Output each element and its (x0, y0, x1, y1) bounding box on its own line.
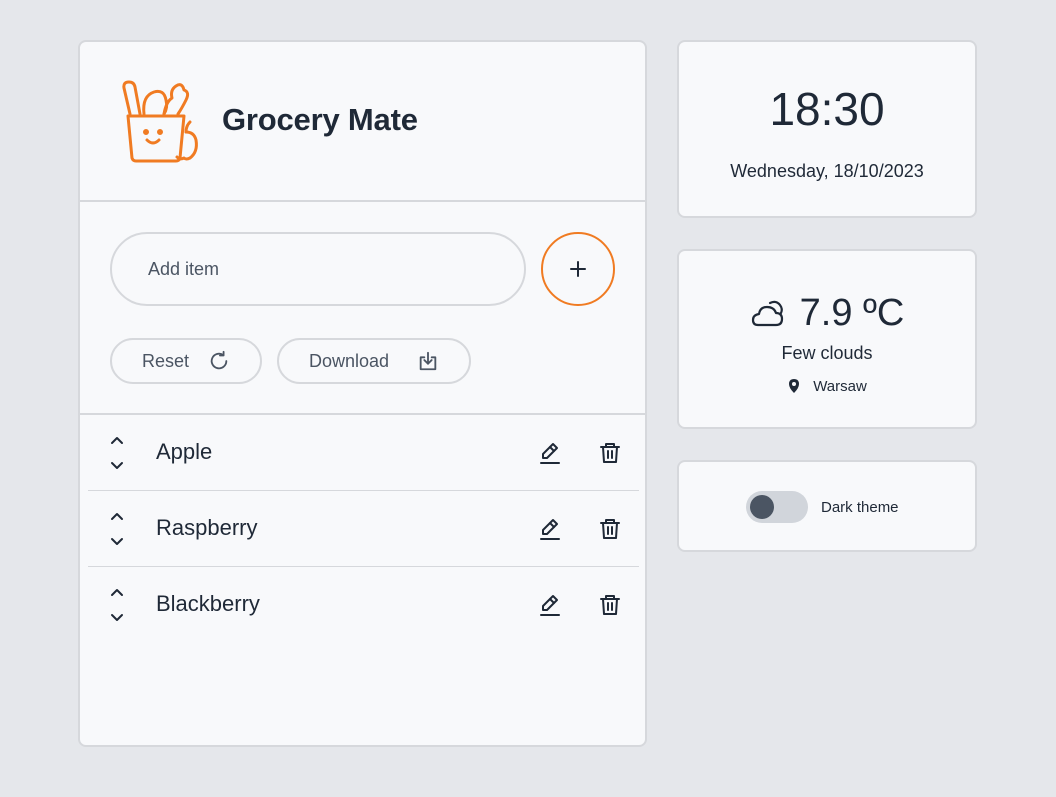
weather-location-label: Warsaw (813, 377, 867, 395)
download-button-label: Download (309, 350, 390, 371)
item-label: Apple (156, 439, 213, 464)
weather-location: Warsaw (679, 376, 975, 396)
item-label: Blackberry (156, 591, 260, 616)
reorder-arrows-icon[interactable] (108, 587, 126, 625)
download-icon (419, 351, 437, 371)
weather-summary: 7.9 ºC (679, 289, 975, 337)
weather-card: 7.9 ºC Few clouds Warsaw (677, 249, 977, 429)
list-item: Blackberry (88, 567, 639, 643)
grocery-bag-logo-icon (122, 80, 198, 163)
clock-time: 18:30 (769, 83, 885, 135)
trash-icon[interactable] (598, 441, 622, 465)
theme-card: Dark theme (677, 460, 977, 552)
list-item: Apple (88, 415, 639, 491)
dark-theme-label: Dark theme (821, 499, 899, 516)
app-title: Grocery Mate (222, 102, 418, 137)
edit-pencil-icon[interactable] (538, 593, 562, 617)
toggle-knob (750, 495, 774, 519)
edit-pencil-icon[interactable] (538, 441, 562, 465)
grocery-list-card: Grocery Mate Reset Download Apple (78, 40, 647, 747)
trash-icon[interactable] (598, 517, 622, 541)
cloud-moon-icon (751, 300, 783, 327)
weather-temperature: 7.9 ºC (799, 291, 905, 334)
weather-description: Few clouds (781, 343, 873, 363)
clock-date: Wednesday, 18/10/2023 (730, 161, 924, 181)
refresh-icon (210, 350, 228, 370)
app-header: Grocery Mate (80, 42, 645, 202)
add-item-input[interactable] (110, 232, 526, 306)
plus-icon (570, 261, 586, 277)
edit-pencil-icon[interactable] (538, 517, 562, 541)
reorder-arrows-icon[interactable] (108, 511, 126, 549)
dark-theme-toggle[interactable] (746, 491, 808, 523)
trash-icon[interactable] (598, 593, 622, 617)
reorder-arrows-icon[interactable] (108, 435, 126, 473)
location-pin-icon (789, 379, 800, 393)
item-label: Raspberry (156, 515, 258, 540)
clock-card: 18:30 Wednesday, 18/10/2023 (677, 40, 977, 218)
reset-button-label: Reset (142, 350, 190, 371)
add-item-button[interactable] (541, 232, 615, 306)
download-button[interactable]: Download (277, 338, 471, 384)
reset-button[interactable]: Reset (110, 338, 262, 384)
list-item: Raspberry (88, 491, 639, 567)
